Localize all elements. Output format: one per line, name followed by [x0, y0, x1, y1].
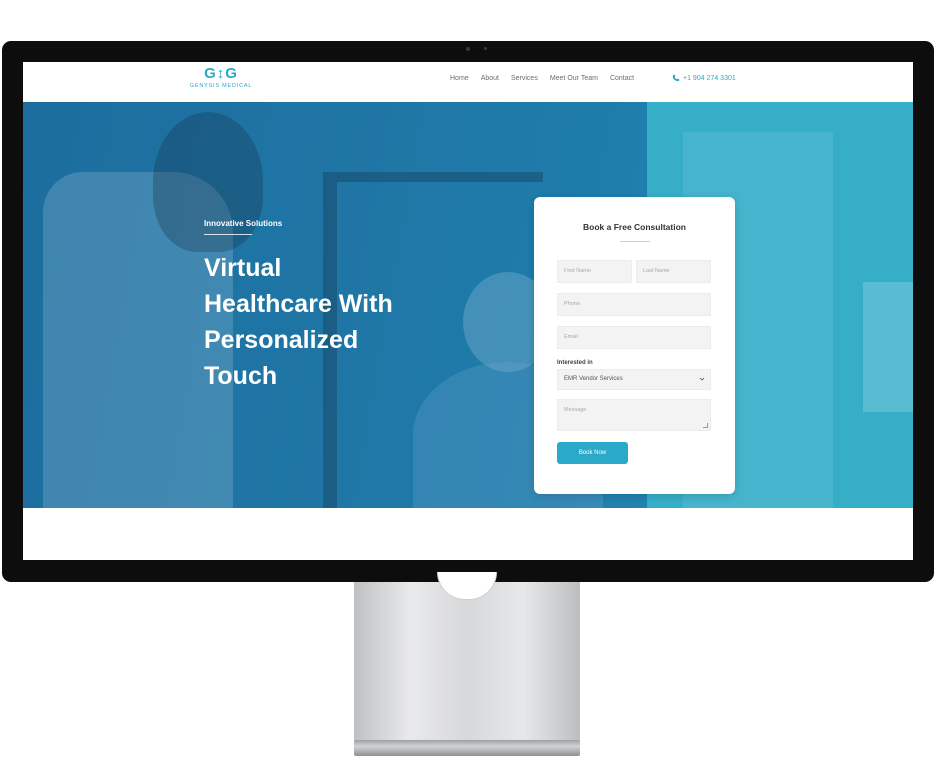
- interested-label: Interested in: [557, 360, 593, 366]
- nav-services[interactable]: Services: [511, 75, 538, 82]
- eyebrow-divider: [204, 234, 252, 235]
- monitor-stand-base: [354, 740, 580, 756]
- site-header: G↕G GENYSIS MEDICAL Home About Services …: [23, 62, 913, 102]
- message-placeholder: Message: [564, 407, 587, 413]
- hero-title-line-1: Virtual: [204, 254, 282, 282]
- hero-eyebrow: Innovative Solutions: [204, 219, 283, 228]
- nav-contact[interactable]: Contact: [610, 75, 634, 82]
- form-title: Book a Free Consultation: [583, 222, 686, 232]
- hero-section: Innovative Solutions Virtual Healthcare …: [23, 102, 913, 508]
- resize-handle-icon[interactable]: [703, 423, 708, 428]
- email-field[interactable]: Email: [557, 326, 711, 349]
- monitor-stand: [354, 572, 580, 742]
- interested-select[interactable]: EMR Vendor Services: [557, 369, 711, 390]
- hero-title-line-2: Healthcare With: [204, 290, 393, 318]
- nav-home[interactable]: Home: [450, 75, 469, 82]
- nav-meet-our-team[interactable]: Meet Our Team: [550, 75, 598, 82]
- phone-icon: [672, 74, 680, 82]
- hero-title: Virtual Healthcare With Personalized Tou…: [204, 250, 474, 394]
- logo-text: GENYSIS MEDICAL: [189, 83, 253, 89]
- stand-cable-hole: [437, 572, 497, 600]
- phone-field[interactable]: Phone: [557, 293, 711, 316]
- hero-title-line-3: Personalized: [204, 326, 359, 354]
- hero-photo-doctor-head: [153, 112, 263, 252]
- camera-sensor-dot: [484, 47, 487, 50]
- monitor-frame: G↕G GENYSIS MEDICAL Home About Services …: [2, 41, 934, 582]
- first-name-field[interactable]: First Name: [557, 260, 632, 283]
- chevron-down-icon: [699, 377, 705, 381]
- main-nav: Home About Services Meet Our Team Contac…: [450, 75, 634, 82]
- form-title-divider: [620, 241, 650, 242]
- logo-mark: G↕G: [204, 65, 238, 82]
- website-screen: G↕G GENYSIS MEDICAL Home About Services …: [23, 62, 913, 560]
- phone-number: +1 904 274 3301: [683, 74, 736, 82]
- nav-about[interactable]: About: [481, 75, 499, 82]
- site-logo[interactable]: G↕G GENYSIS MEDICAL: [189, 66, 253, 90]
- consultation-form-card: Book a Free Consultation First Name Last…: [534, 197, 735, 494]
- hero-title-line-4: Touch: [204, 362, 278, 390]
- hero-photo-panel: [863, 282, 913, 412]
- message-field[interactable]: Message: [557, 399, 711, 431]
- nav-phone-link[interactable]: +1 904 274 3301: [672, 74, 736, 82]
- book-now-button[interactable]: Book Now: [557, 442, 628, 464]
- camera-dot: [466, 47, 470, 51]
- interested-select-value: EMR Vendor Services: [564, 376, 623, 382]
- last-name-field[interactable]: Last Name: [636, 260, 711, 283]
